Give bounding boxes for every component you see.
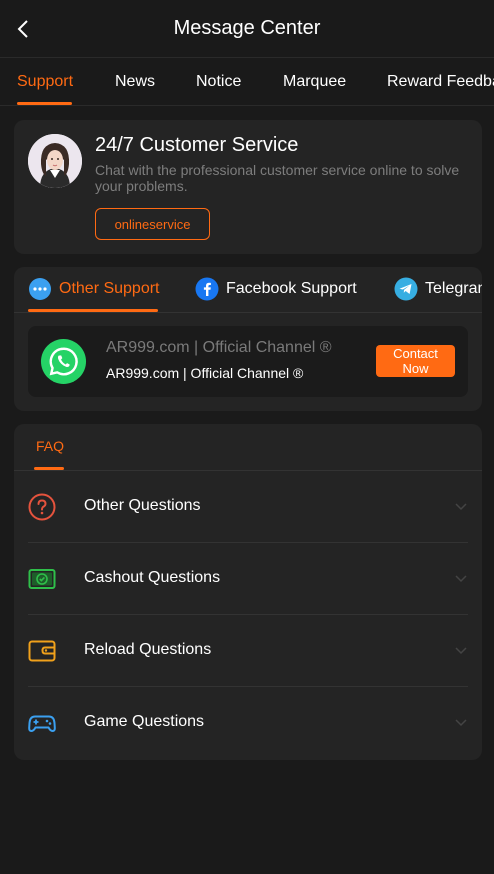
gamepad-icon: [28, 715, 56, 733]
tab-other-support-label: Other Support: [59, 280, 160, 297]
customer-service-title: 24/7 Customer Service: [95, 134, 299, 156]
agent-avatar: [28, 134, 82, 188]
chevron-down-icon: [455, 503, 467, 511]
tab-facebook-support[interactable]: Facebook Support: [195, 267, 357, 311]
faq-item-label: Cashout Questions: [84, 569, 221, 586]
wallet-icon: [28, 640, 56, 662]
tab-telegram-label: Telegram: [425, 280, 482, 297]
faq-item-label: Game Questions: [84, 713, 205, 730]
contact-now-button[interactable]: Contact Now: [376, 345, 455, 377]
tab-faq[interactable]: FAQ: [36, 438, 64, 454]
tab-reward-feedback[interactable]: Reward Feedback: [387, 58, 494, 105]
telegram-icon: [394, 277, 418, 301]
faq-item-cashout-questions[interactable]: Cashout Questions: [28, 543, 468, 615]
message-tabs: Support News Notice Marquee Reward Feedb…: [0, 58, 494, 106]
support-tab-indicator: [28, 309, 158, 312]
tab-marquee[interactable]: Marquee: [283, 58, 346, 105]
tab-notice[interactable]: Notice: [196, 58, 241, 105]
tab-other-support[interactable]: Other Support: [28, 267, 160, 311]
chevron-left-icon: [17, 20, 28, 38]
whatsapp-icon: [40, 338, 87, 385]
customer-service-card: 24/7 Customer Service Chat with the prof…: [14, 120, 482, 254]
official-channel-row: AR999.com | Official Channel ® AR999.com…: [28, 326, 468, 397]
cash-icon: [28, 569, 56, 589]
tab-news[interactable]: News: [115, 58, 155, 105]
tab-facebook-support-label: Facebook Support: [226, 280, 357, 297]
faq-item-other-questions[interactable]: Other Questions: [28, 471, 468, 543]
facebook-icon: [195, 277, 219, 301]
channel-name: AR999.com | Official Channel ®: [106, 339, 332, 356]
faq-card: FAQ Other Questions Cashout Questions Re…: [14, 424, 482, 760]
active-tab-indicator: [17, 102, 72, 105]
back-button[interactable]: [10, 14, 36, 44]
customer-service-description: Chat with the professional customer serv…: [95, 162, 460, 194]
faq-item-reload-questions[interactable]: Reload Questions: [28, 615, 468, 687]
faq-item-game-questions[interactable]: Game Questions: [28, 687, 468, 759]
chevron-down-icon: [455, 575, 467, 583]
support-card: Other Support Facebook Support Telegram …: [14, 267, 482, 411]
page-title: Message Center: [173, 17, 321, 39]
faq-item-label: Reload Questions: [84, 641, 212, 658]
tab-support[interactable]: Support: [17, 58, 73, 105]
chat-bubble-icon: [29, 278, 51, 300]
tab-telegram[interactable]: Telegram: [394, 267, 482, 311]
question-circle-icon: [28, 493, 56, 521]
channel-subtitle: AR999.com | Official Channel ®: [106, 365, 304, 381]
chevron-down-icon: [455, 647, 467, 655]
chevron-down-icon: [455, 719, 467, 727]
support-tabs: Other Support Facebook Support Telegram: [14, 267, 482, 313]
header: Message Center: [0, 0, 494, 58]
faq-item-label: Other Questions: [84, 497, 201, 514]
online-service-button[interactable]: onlineservice: [95, 208, 210, 240]
